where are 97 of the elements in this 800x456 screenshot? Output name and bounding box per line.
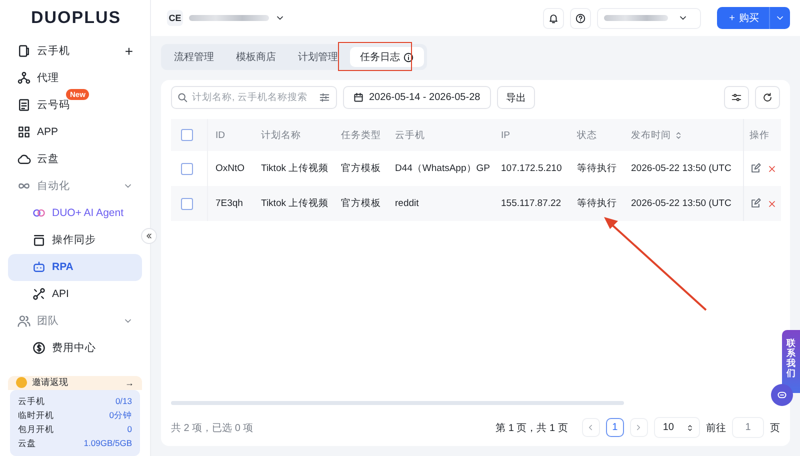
usage-value: 0 — [127, 424, 132, 436]
column-header: ID — [207, 119, 253, 151]
help-icon — [575, 12, 586, 24]
sync-icon — [32, 233, 46, 248]
api-icon — [32, 287, 46, 302]
sliders-icon — [731, 92, 742, 103]
usage-label: 云盘 — [18, 438, 36, 450]
table-cell: 等待执行 — [577, 198, 617, 209]
table-cell: OxNtO — [216, 163, 245, 174]
grid-icon — [17, 125, 31, 140]
column-header: 状态 — [569, 119, 623, 151]
row-checkbox[interactable] — [181, 162, 193, 174]
usage-value: 0分钟 — [109, 410, 132, 422]
sidebar-item[interactable]: 费用中心 — [8, 334, 142, 362]
page-info: 第 1 页，共 1 页 — [496, 422, 568, 434]
page-unit-label: 页 — [770, 422, 780, 434]
tab[interactable]: 任务日志 — [350, 47, 424, 67]
delete-button[interactable] — [766, 198, 776, 208]
table-cell: D44（WhatsApp）GP — [395, 163, 490, 174]
select-all-checkbox[interactable] — [181, 129, 193, 141]
edit-button[interactable] — [750, 163, 760, 174]
sidebar-group[interactable]: 自动化 — [8, 172, 142, 200]
column-header[interactable]: 发布时间 — [623, 119, 743, 151]
people-icon — [17, 314, 31, 328]
document-icon — [17, 98, 31, 112]
column-header: IP — [493, 119, 569, 151]
refresh-button[interactable] — [755, 86, 780, 109]
cloud-icon — [17, 152, 31, 166]
table-cell: Tiktok 上传视频 — [261, 198, 329, 209]
contact-us-tab[interactable]: 联系我们 — [782, 330, 800, 393]
sidebar-item[interactable]: RPA — [8, 254, 142, 281]
buy-button[interactable]: + 购买 — [717, 7, 790, 29]
org-avatar[interactable]: CE — [167, 10, 183, 26]
table-cell: 官方模板 — [341, 198, 381, 209]
info-icon — [403, 52, 414, 62]
goto-page-field[interactable]: 1 — [732, 417, 764, 438]
dollar-coin-icon — [32, 341, 46, 356]
selection-summary: 共 2 项，已选 0 项 — [171, 422, 254, 434]
bell-icon[interactable] — [543, 8, 564, 28]
filter-icon — [319, 92, 330, 103]
phone-icon — [17, 44, 31, 58]
sidebar-item[interactable]: API — [8, 280, 142, 308]
delete-button[interactable] — [766, 164, 776, 174]
column-header: 操作 — [743, 119, 781, 151]
usage-label: 临时开机 — [18, 410, 54, 422]
sidebar-item[interactable]: DUO+ AI Agent — [8, 200, 142, 227]
row-checkbox[interactable] — [181, 198, 193, 210]
sidebar-item[interactable]: 云手机 + — [8, 38, 142, 65]
date-range-field[interactable]: 2026-05-14 - 2026-05-28 — [343, 86, 492, 109]
tab[interactable]: 计划管理 — [288, 47, 348, 67]
close-icon — [766, 164, 776, 174]
sidebar-group[interactable]: 团队 — [8, 308, 142, 335]
search-field[interactable]: 计划名称, 云手机名称搜索 — [171, 86, 337, 109]
table-cell: 107.172.5.210 — [501, 163, 562, 174]
table-cell: reddit — [395, 198, 419, 209]
page-size-select[interactable]: 10 — [654, 417, 700, 438]
column-header: 云手机 — [387, 119, 493, 151]
usage-label: 云手机 — [18, 396, 45, 408]
sidebar-item[interactable]: APP — [8, 118, 142, 146]
export-button[interactable]: 导出 — [497, 86, 536, 109]
usage-value: 1.09GB/5GB — [84, 438, 132, 450]
collapse-button[interactable] — [141, 228, 157, 244]
usage-value: 0/13 — [115, 396, 132, 408]
table-cell: Tiktok 上传视频 — [261, 163, 329, 174]
table-cell: 等待执行 — [577, 163, 617, 174]
column-header: 任务类型 — [333, 119, 387, 151]
sidebar-item[interactable]: 操作同步 — [8, 226, 142, 254]
edit-icon — [750, 163, 760, 174]
search-icon — [177, 92, 188, 103]
logo: DUOPLUS — [30, 7, 122, 29]
edit-icon — [750, 198, 760, 209]
sidebar-item[interactable]: 云盘 — [8, 146, 142, 173]
help-button[interactable] — [570, 8, 592, 28]
updown-icon — [686, 424, 694, 432]
close-icon — [766, 198, 776, 208]
table-cell: 2026-05-22 13:50 (UTC — [631, 198, 732, 209]
network-icon — [17, 71, 31, 86]
table-cell: 155.117.87.22 — [501, 198, 562, 209]
page-button[interactable]: 1 — [606, 418, 624, 437]
calendar-icon — [353, 92, 364, 103]
column-header: 计划名称 — [253, 119, 333, 151]
sort-icon — [674, 130, 683, 140]
tab[interactable]: 流程管理 — [164, 47, 224, 67]
column-settings-button[interactable] — [724, 86, 749, 109]
refresh-icon — [762, 92, 773, 103]
table-cell: 2026-05-22 13:50 (UTC — [631, 163, 732, 174]
invite-banner[interactable]: 邀请返现 → — [8, 376, 142, 390]
chat-icon — [776, 389, 788, 401]
robot-icon — [32, 260, 46, 274]
goto-label: 前往 — [706, 422, 726, 434]
edit-button[interactable] — [750, 198, 760, 209]
table-cell: 官方模板 — [341, 163, 381, 174]
coin-icon — [16, 377, 27, 388]
usage-label: 包月开机 — [18, 424, 54, 436]
table-cell: 7E3qh — [216, 198, 243, 209]
tab[interactable]: 模板商店 — [226, 47, 286, 67]
double-chevron-icon — [145, 232, 153, 240]
